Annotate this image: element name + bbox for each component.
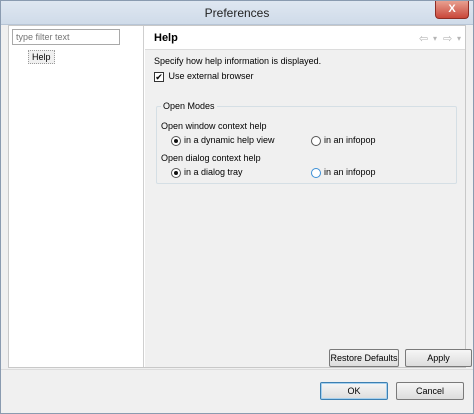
option-label: in a dialog tray	[184, 167, 243, 177]
dialog-body: Help Help ⇦ ▾ ⇨ ▾ Specify how help infor…	[8, 25, 472, 368]
filter-input[interactable]	[12, 29, 120, 45]
page-header: Help ⇦ ▾ ⇨ ▾	[145, 26, 465, 50]
radio-button[interactable]	[311, 135, 321, 146]
forward-arrow-icon[interactable]: ⇨	[443, 32, 452, 45]
preferences-window: Preferences X Help Help ⇦ ▾ ⇨ ▾ Specify …	[0, 0, 474, 414]
page-title: Help	[154, 32, 178, 44]
open-modes-group: Open Modes Open window context help in a…	[156, 101, 457, 184]
radio-button[interactable]	[311, 167, 321, 178]
close-button[interactable]: X	[435, 1, 469, 19]
forward-menu-chevron-icon[interactable]: ▾	[457, 34, 461, 43]
window-context-infopop-option[interactable]: in an infopop	[311, 135, 376, 147]
back-menu-chevron-icon[interactable]: ▾	[433, 34, 437, 43]
use-external-browser-checkbox[interactable]: ✔	[154, 71, 164, 82]
preference-tree-pane: Help	[9, 26, 144, 367]
ok-button[interactable]: OK	[320, 382, 388, 400]
dialog-context-help-label: Open dialog context help	[161, 153, 261, 163]
apply-button[interactable]: Apply	[405, 349, 472, 367]
open-modes-legend: Open Modes	[161, 101, 217, 111]
window-context-help-label: Open window context help	[161, 121, 267, 131]
page-description: Specify how help information is displaye…	[154, 56, 322, 66]
restore-defaults-button[interactable]: Restore Defaults	[329, 349, 399, 367]
radio-button[interactable]	[171, 135, 181, 146]
cancel-button[interactable]: Cancel	[396, 382, 464, 400]
option-label: in a dynamic help view	[184, 135, 275, 145]
tree-item-help[interactable]: Help	[28, 50, 55, 64]
back-arrow-icon[interactable]: ⇦	[419, 32, 428, 45]
dialog-context-tray-option[interactable]: in a dialog tray	[171, 167, 243, 179]
option-label: in an infopop	[324, 167, 376, 177]
window-context-dynamic-option[interactable]: in a dynamic help view	[171, 135, 275, 147]
dialog-button-bar: OK Cancel	[1, 369, 473, 413]
use-external-browser-label: Use external browser	[168, 71, 254, 81]
title-bar[interactable]: Preferences X	[1, 1, 473, 25]
dialog-context-infopop-option[interactable]: in an infopop	[311, 167, 376, 179]
window-title: Preferences	[204, 6, 270, 20]
preference-page: Help ⇦ ▾ ⇨ ▾ Specify how help informatio…	[145, 26, 472, 367]
option-label: in an infopop	[324, 135, 376, 145]
radio-button[interactable]	[171, 167, 181, 178]
use-external-browser-row[interactable]: ✔ Use external browser	[154, 71, 254, 83]
